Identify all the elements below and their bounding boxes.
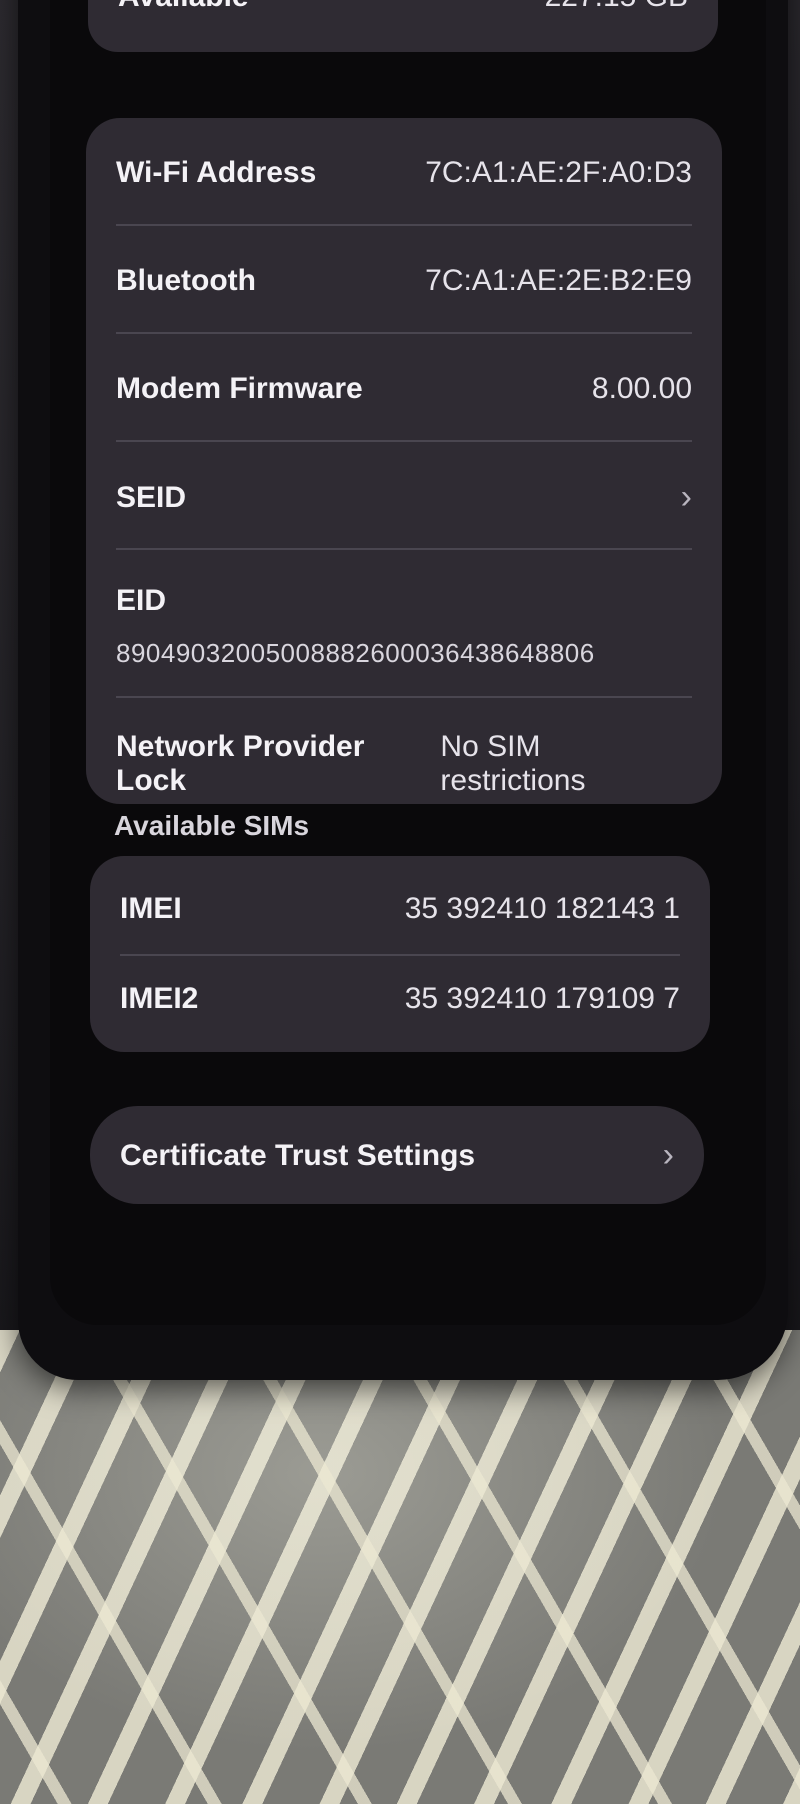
- divider: [116, 224, 692, 226]
- imei-value: 35 392410 182143 1: [404, 892, 680, 925]
- network-info-card: Wi-Fi Address 7C:A1:AE:2F:A0:D3 Bluetoot…: [86, 118, 722, 804]
- imei-row: IMEI 35 392410 182143 1: [120, 892, 680, 926]
- bluetooth-value: 7C:A1:AE:2E:B2:E9: [425, 264, 692, 297]
- imei2-value: 35 392410 179109 7: [404, 982, 680, 1015]
- storage-available-row: Available 227.15 GB: [118, 0, 688, 14]
- divider: [120, 954, 680, 956]
- divider: [116, 440, 692, 442]
- phone-body: Available 227.15 GB Wi-Fi Address 7C:A1:…: [18, 0, 788, 1380]
- network-provider-lock-row: Network Provider Lock No SIM restriction…: [116, 730, 692, 798]
- certificate-trust-settings-row: Certificate Trust Settings ›: [120, 1136, 674, 1175]
- bluetooth-row: Bluetooth 7C:A1:AE:2E:B2:E9: [116, 264, 692, 298]
- seid-row[interactable]: SEID ›: [116, 478, 692, 517]
- phone-screen: Available 227.15 GB Wi-Fi Address 7C:A1:…: [50, 0, 766, 1325]
- available-value: 227.15 GB: [545, 0, 688, 14]
- divider: [116, 332, 692, 334]
- available-label: Available: [118, 0, 249, 14]
- certificate-trust-settings-label: Certificate Trust Settings: [120, 1138, 476, 1172]
- eid-label: EID: [116, 584, 167, 617]
- network-provider-lock-value: No SIM restrictions: [440, 730, 586, 797]
- eid-value: 89049032005008882600036438648806: [116, 638, 595, 668]
- imei2-row: IMEI2 35 392410 179109 7: [120, 982, 680, 1016]
- eid-row: EID: [116, 584, 692, 618]
- imei2-label: IMEI2: [120, 982, 199, 1015]
- chevron-right-icon: ›: [662, 1136, 674, 1174]
- divider: [116, 696, 692, 698]
- modem-firmware-row: Modem Firmware 8.00.00: [116, 372, 692, 406]
- imei-label: IMEI: [120, 892, 182, 925]
- sims-card: IMEI 35 392410 182143 1 IMEI2 35 392410 …: [90, 856, 710, 1052]
- storage-card: Available 227.15 GB: [88, 0, 718, 52]
- network-provider-lock-label: Network Provider Lock: [116, 730, 365, 797]
- seid-label: SEID: [116, 480, 187, 514]
- certificate-trust-settings-button[interactable]: Certificate Trust Settings ›: [90, 1106, 704, 1204]
- divider: [116, 548, 692, 550]
- chevron-right-icon: ›: [680, 478, 692, 516]
- wifi-address-row: Wi-Fi Address 7C:A1:AE:2F:A0:D3: [116, 156, 692, 190]
- fabric-background: [0, 1330, 800, 1804]
- wifi-address-value: 7C:A1:AE:2F:A0:D3: [425, 156, 692, 189]
- modem-firmware-value: 8.00.00: [591, 372, 692, 405]
- bluetooth-label: Bluetooth: [116, 264, 256, 297]
- modem-firmware-label: Modem Firmware: [116, 372, 363, 405]
- available-sims-header: Available SIMs: [114, 810, 310, 841]
- wifi-address-label: Wi-Fi Address: [116, 156, 317, 189]
